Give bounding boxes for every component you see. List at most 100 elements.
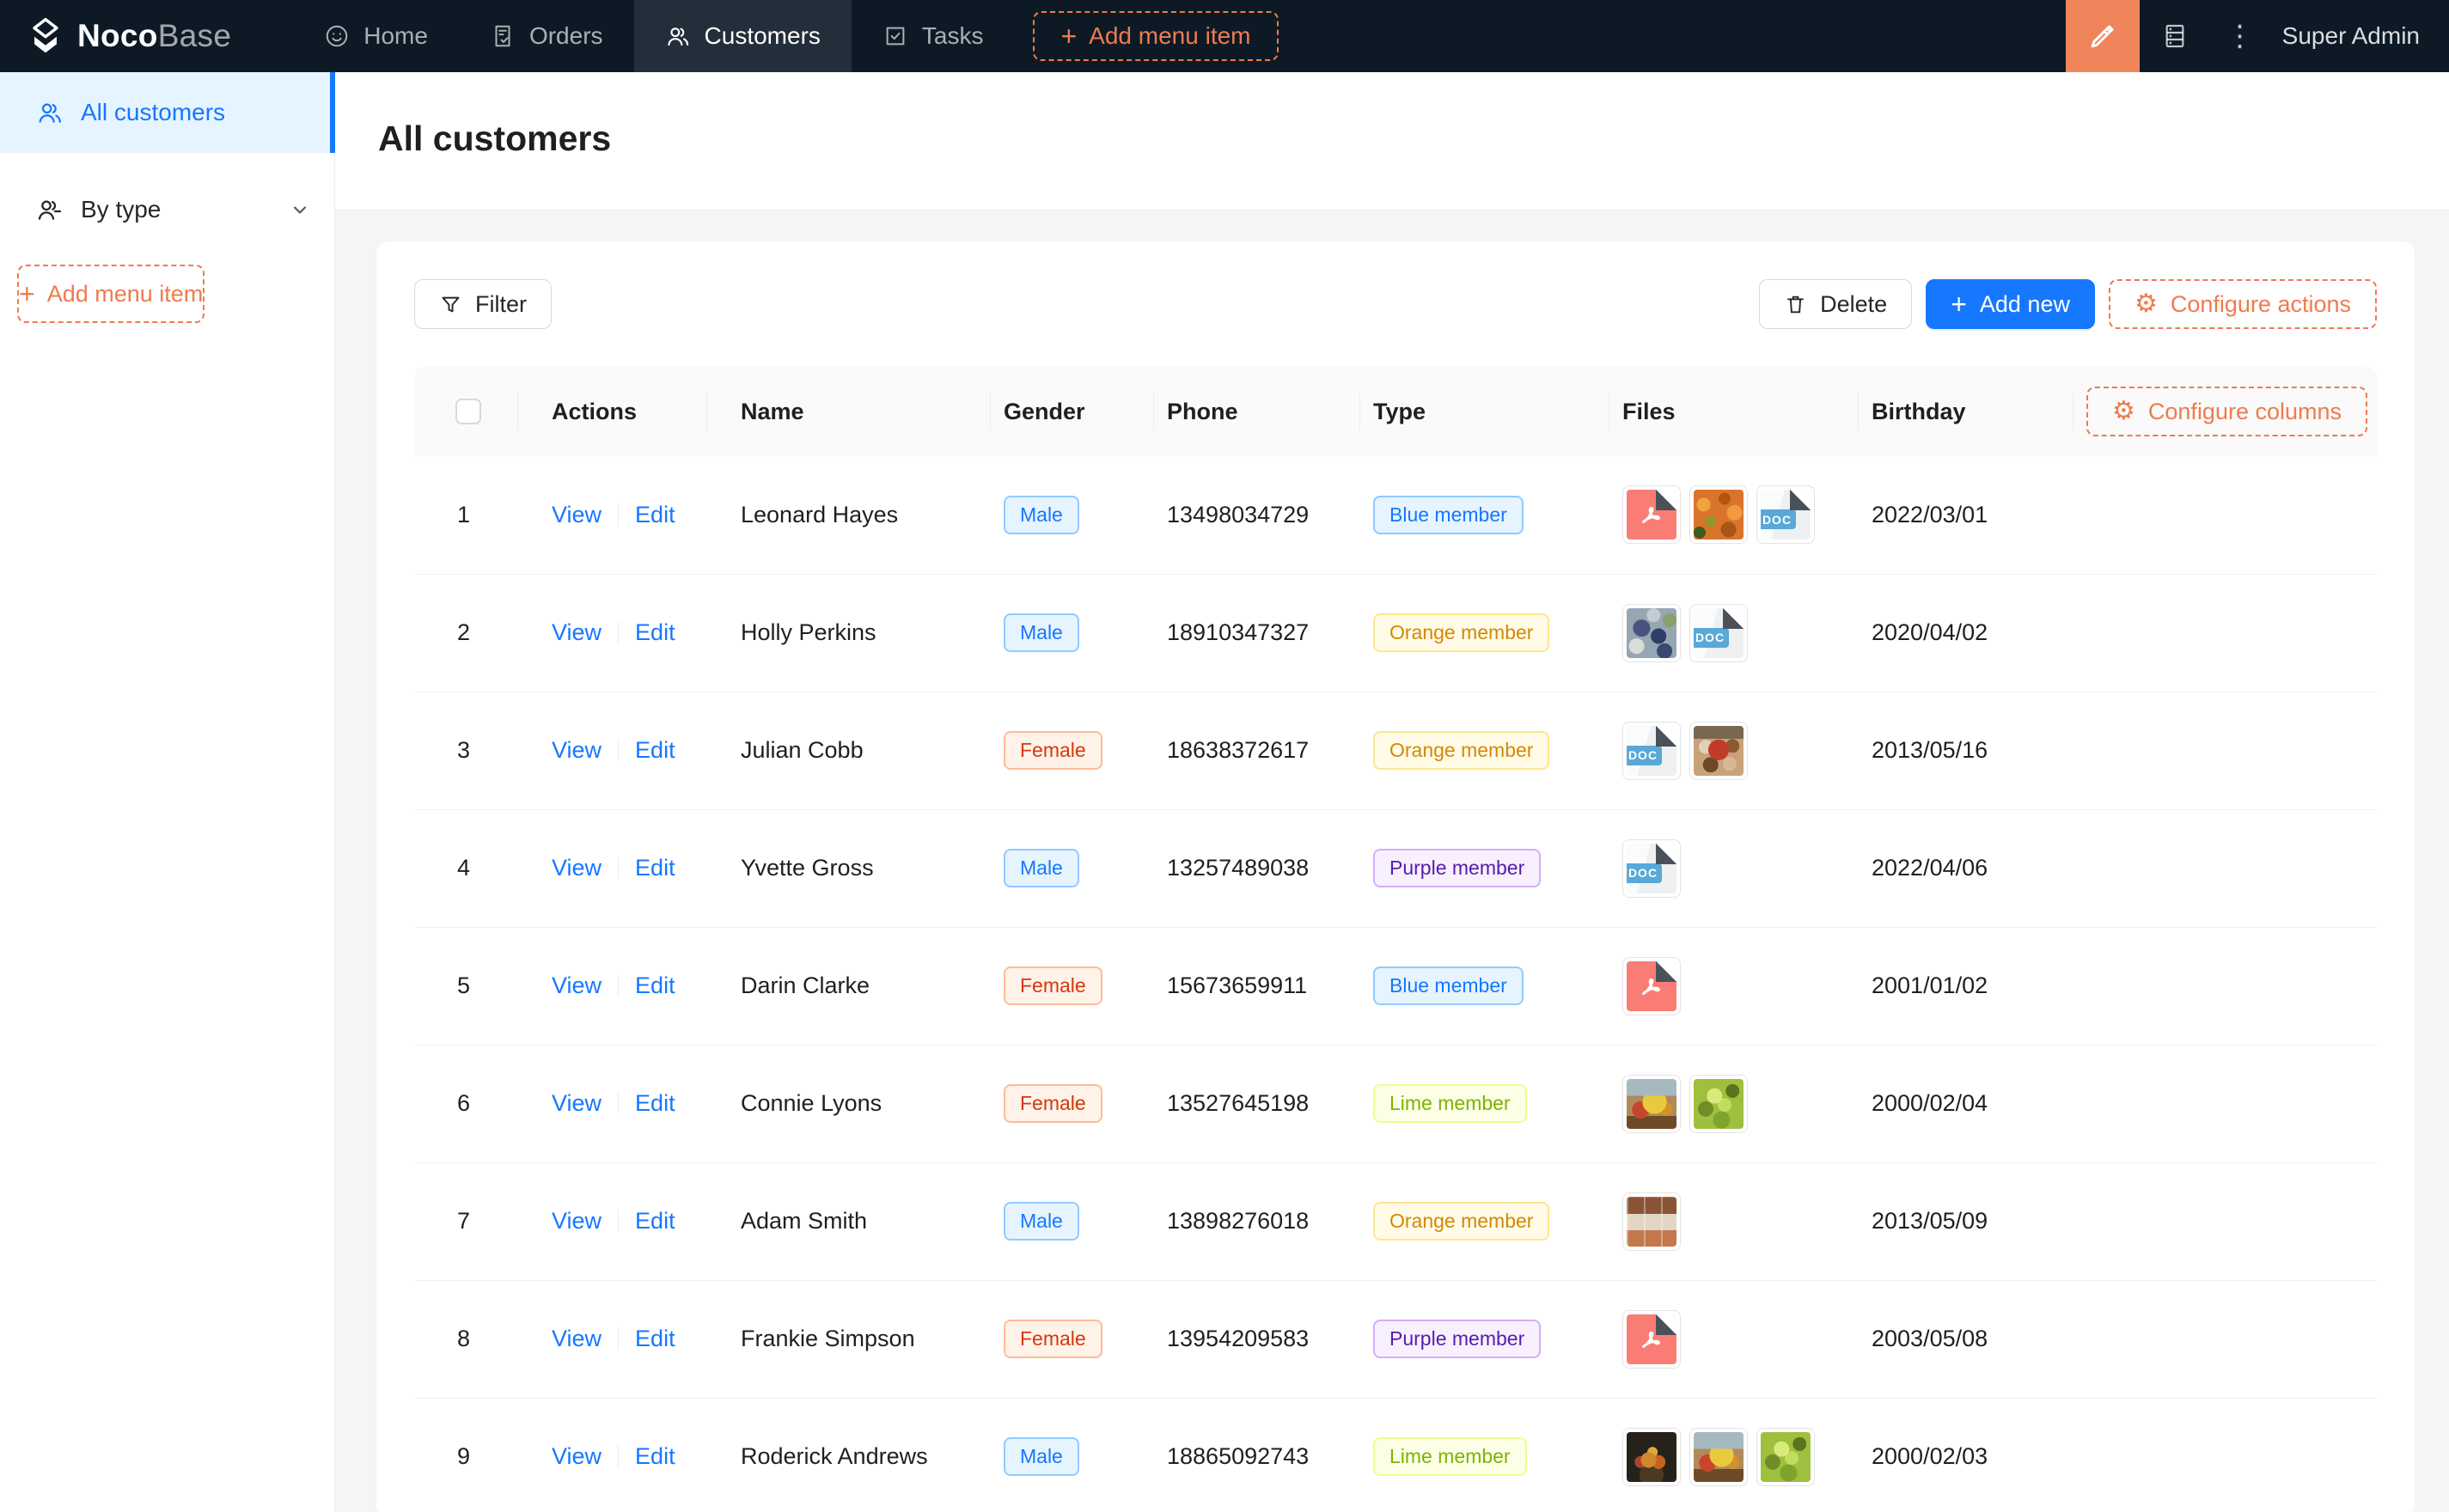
spacer-cell [2073,574,2377,692]
gender-cell: Male [990,1398,1153,1512]
doc-file-thumbnail[interactable]: DOC [1689,604,1748,662]
view-link[interactable]: View [552,1208,602,1234]
view-link[interactable]: View [552,972,602,998]
customer-name: Adam Smith [706,1162,990,1280]
column-header-actions: Actions [517,367,706,456]
select-all-checkbox[interactable] [455,399,481,424]
customer-name: Frankie Simpson [706,1280,990,1398]
edit-link[interactable]: Edit [635,1326,675,1351]
customer-name: Connie Lyons [706,1045,990,1162]
image-red-dish-thumbnail[interactable] [1689,722,1748,780]
birthday-value: 2001/01/02 [1858,927,2073,1045]
nav-item-tasks[interactable]: Tasks [852,0,1015,72]
doc-file-thumbnail[interactable]: DOC [1622,839,1681,898]
highlighter-icon [2086,20,2119,52]
image-green-grapes-thumbnail[interactable] [1756,1428,1815,1486]
doc-file-thumbnail[interactable]: DOC [1622,722,1681,780]
view-link[interactable]: View [552,619,602,645]
nav-item-orders[interactable]: Orders [459,0,634,72]
page-title: All customers [378,119,2401,159]
type-badge: Blue member [1373,966,1524,1005]
column-header-gender: Gender [990,367,1153,456]
file-thumbnails [1622,1075,1858,1133]
gender-cell: Female [990,1280,1153,1398]
gender-cell: Male [990,1162,1153,1280]
image-food-collage-thumbnail[interactable] [1622,1192,1681,1251]
table-row: 7 ViewEdit Adam Smith Male 13898276018 O… [414,1162,2377,1280]
table-row: 4 ViewEdit Yvette Gross Male 13257489038… [414,809,2377,927]
image-carrots-thumbnail[interactable] [1689,485,1748,544]
filter-button[interactable]: Filter [414,279,552,329]
nav-add-menu-item-button[interactable]: + Add menu item [1033,11,1278,61]
doc-file-icon: DOC [1694,608,1744,658]
user-menu[interactable]: Super Admin [2270,22,2449,50]
sidebar-item-by-type[interactable]: By type [0,182,334,237]
view-link[interactable]: View [552,502,602,527]
more-menu-button[interactable]: ⋮ [2210,19,2270,53]
image-food-collage-icon [1627,1197,1676,1247]
view-link[interactable]: View [552,855,602,881]
add-new-button[interactable]: + Add new [1926,279,2095,329]
delete-button[interactable]: Delete [1759,279,1912,329]
customer-name: Julian Cobb [706,692,990,809]
image-grapes-dark-thumbnail[interactable] [1622,604,1681,662]
row-index: 7 [414,1162,517,1280]
file-thumbnails [1622,1310,1858,1369]
customers-table: Actions Name Gender Phone Type Files Bir… [414,367,2377,1512]
sidebar-item-all-customers[interactable]: All customers [0,72,334,153]
view-link[interactable]: View [552,737,602,763]
top-navbar: NocoBase HomeOrdersCustomersTasks + Add … [0,0,2449,72]
doc-file-thumbnail[interactable]: DOC [1756,485,1815,544]
nav-item-customers[interactable]: Customers [634,0,852,72]
image-fruit-still-life-thumbnail[interactable] [1622,1075,1681,1133]
gender-cell: Female [990,692,1153,809]
nocobase-logo[interactable]: NocoBase [0,16,253,56]
configure-columns-button[interactable]: ⚙ Configure columns [2086,387,2367,436]
view-link[interactable]: View [552,1326,602,1351]
chevron-down-icon [290,199,310,220]
edit-link[interactable]: Edit [635,1090,675,1116]
edit-link[interactable]: Edit [635,855,675,881]
image-dark-fruit-bowl-thumbnail[interactable] [1622,1428,1681,1486]
edit-link[interactable]: Edit [635,972,675,998]
birthday-value: 2000/02/03 [1858,1398,2073,1512]
row-index: 9 [414,1398,517,1512]
ui-editor-button[interactable] [2066,0,2140,72]
column-header-type: Type [1359,367,1609,456]
files-cell [1609,1162,1858,1280]
type-cell: Lime member [1359,1398,1609,1512]
table-header-row: Actions Name Gender Phone Type Files Bir… [414,367,2377,456]
more-icon: ⋮ [2226,19,2255,53]
image-green-grapes-thumbnail[interactable] [1689,1075,1748,1133]
birthday-value: 2022/04/06 [1858,809,2073,927]
type-badge: Orange member [1373,1202,1549,1241]
type-cell: Purple member [1359,809,1609,927]
edit-link[interactable]: Edit [635,502,675,527]
usergroup-icon [36,196,64,223]
image-fruit-still-life-thumbnail[interactable] [1689,1428,1748,1486]
logo-text: NocoBase [77,18,231,54]
pdf-file-thumbnail[interactable] [1622,485,1681,544]
nav-item-home[interactable]: Home [293,0,459,72]
image-green-grapes-icon [1694,1079,1744,1129]
file-thumbnails [1622,1192,1858,1251]
image-fruit-still-life-icon [1627,1079,1676,1129]
sidebar-add-menu-item-button[interactable]: + Add menu item [17,265,205,323]
edit-link[interactable]: Edit [635,1443,675,1469]
database-button[interactable] [2140,0,2210,72]
pdf-file-thumbnail[interactable] [1622,1310,1681,1369]
gender-cell: Male [990,809,1153,927]
edit-link[interactable]: Edit [635,737,675,763]
pdf-file-thumbnail[interactable] [1622,957,1681,1015]
view-link[interactable]: View [552,1443,602,1469]
gender-badge: Female [1004,966,1102,1005]
sidebar-item-label: All customers [81,99,225,126]
image-dark-fruit-bowl-icon [1627,1432,1676,1482]
edit-link[interactable]: Edit [635,1208,675,1234]
configure-actions-button[interactable]: ⚙ Configure actions [2109,279,2377,329]
view-link[interactable]: View [552,1090,602,1116]
gender-cell: Male [990,456,1153,574]
actions-cell: View Edit [517,809,706,927]
actions-cell: View Edit [517,1398,706,1512]
edit-link[interactable]: Edit [635,619,675,645]
